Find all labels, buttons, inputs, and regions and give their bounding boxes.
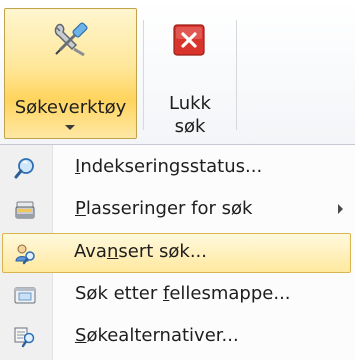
search-options-icon [14, 327, 35, 348]
locations-icon [15, 201, 35, 219]
search-tools-button[interactable]: Søkeverktøy [4, 8, 137, 139]
menu-item-label: Avansert søk... [74, 241, 207, 262]
search-tools-menu: Indekseringsstatus... Plasseringer for s… [0, 145, 355, 360]
advanced-search-icon [15, 244, 35, 265]
menu-item-advanced-search[interactable]: Avansert søk... [2, 233, 351, 273]
close-search-label-line1: Lukk [169, 93, 211, 114]
chevron-right-icon [338, 204, 343, 214]
menu-item-label: Søk etter fellesmappe... [75, 283, 291, 304]
close-icon [173, 24, 205, 56]
divider [236, 20, 237, 130]
menu-item-label: Søkealternativer... [75, 325, 239, 346]
menu-item-search-locations[interactable]: Plasseringer for søk [2, 190, 351, 230]
menu-item-public-folder[interactable]: Søk etter fellesmappe... [2, 275, 351, 315]
public-folder-icon [14, 287, 36, 304]
menu-item-label: Indekseringsstatus... [75, 156, 263, 177]
tools-icon [54, 22, 88, 57]
menu-item-label: Plasseringer for søk [75, 198, 253, 219]
search-tools-label: Søkeverktøy [14, 97, 127, 118]
ribbon-group: Søkeverktøy Lukk søk [0, 0, 355, 145]
menu-item-search-options[interactable]: Søkealternativer... [2, 317, 351, 357]
close-search-label-line2: søk [174, 116, 206, 137]
divider [143, 20, 144, 130]
close-search-button[interactable]: Lukk søk [150, 8, 230, 139]
menu-item-index-status[interactable]: Indekseringsstatus... [2, 148, 351, 188]
chevron-down-icon [65, 125, 75, 130]
index-status-icon [14, 158, 34, 179]
